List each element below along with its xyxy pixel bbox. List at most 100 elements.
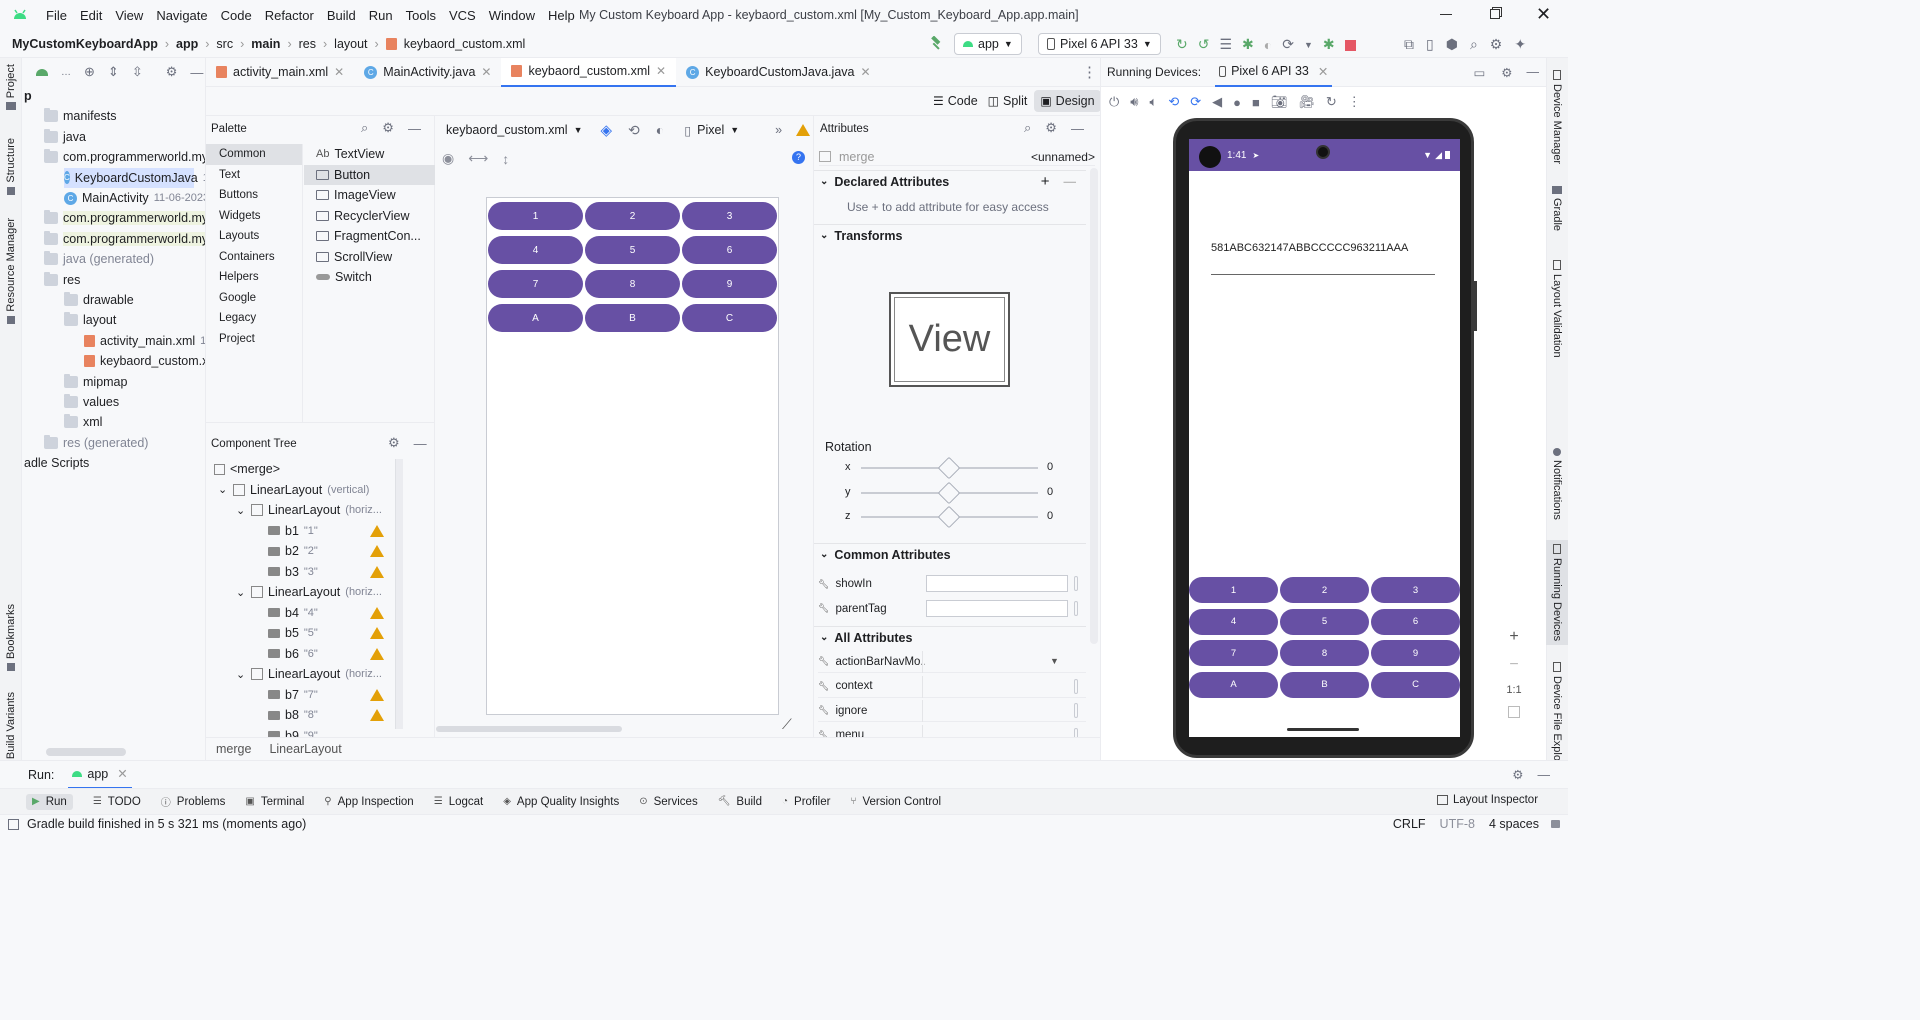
- preview-key-c[interactable]: C: [682, 304, 777, 332]
- menu-file[interactable]: File: [46, 8, 67, 23]
- attributes-scrollbar[interactable]: [1090, 168, 1098, 644]
- project-tree-item[interactable]: drawable: [64, 290, 134, 310]
- screenshot-icon[interactable]: 📷︎: [1271, 94, 1288, 110]
- close-window-icon[interactable]: ✕: [1536, 4, 1551, 25]
- hide-icon[interactable]: —: [414, 436, 427, 451]
- phone-key-c[interactable]: C: [1371, 671, 1460, 698]
- tool-window-app-quality-insights[interactable]: ◈ App Quality Insights: [503, 796, 619, 808]
- device-mirror-icon[interactable]: ⧉: [1404, 36, 1414, 53]
- settings-icon[interactable]: ⚙: [382, 120, 394, 136]
- chevron-down-icon[interactable]: ⌄: [236, 504, 246, 517]
- resize-horizontal-icon[interactable]: ⟷: [468, 150, 488, 167]
- attribute-value-field[interactable]: [926, 599, 1068, 617]
- hammer-icon[interactable]: [926, 36, 942, 52]
- more-run-icon[interactable]: ▼: [1304, 40, 1313, 50]
- palette-widget[interactable]: ImageView: [304, 185, 435, 206]
- record-icon[interactable]: 🎥︎: [1298, 94, 1315, 110]
- menu-help[interactable]: Help: [548, 8, 575, 23]
- menu-build[interactable]: Build: [327, 8, 356, 23]
- tool-window-services[interactable]: ⊙ Services: [639, 796, 698, 808]
- more-icon[interactable]: ⋮: [1348, 94, 1361, 110]
- editor-tab[interactable]: keybaord_custom.xml ✕: [501, 57, 677, 87]
- component-tree-item[interactable]: b9 "9": [268, 726, 318, 737]
- phone-key-7[interactable]: 7: [1189, 640, 1278, 666]
- chevron-down-icon[interactable]: ⌄: [236, 586, 246, 599]
- chevron-down-icon[interactable]: ⌄: [218, 483, 228, 496]
- palette-widget[interactable]: FragmentCon...: [304, 226, 435, 247]
- power-icon[interactable]: ⏻: [1109, 94, 1119, 110]
- menu-tools[interactable]: Tools: [406, 8, 436, 23]
- hide-icon[interactable]: —: [408, 121, 421, 136]
- project-tree-item[interactable]: manifests: [44, 106, 117, 126]
- tool-window-logcat[interactable]: ☰ Logcat: [434, 796, 484, 808]
- phone-key-5[interactable]: 5: [1280, 608, 1369, 635]
- component-tree-item[interactable]: b6 "6": [268, 644, 384, 664]
- locate-icon[interactable]: ⊕: [84, 64, 95, 80]
- component-tree-item[interactable]: b8 "8": [268, 705, 384, 725]
- component-tree-item[interactable]: ⌄ LinearLayout (horiz...: [236, 582, 382, 602]
- project-tree-item[interactable]: xml: [64, 412, 102, 432]
- horizontal-scrollbar[interactable]: [46, 748, 126, 756]
- attribute-picker[interactable]: [1074, 600, 1078, 616]
- preview-key-4[interactable]: 4: [488, 236, 583, 264]
- component-tree-item[interactable]: ⌄ LinearLayout (vertical): [218, 480, 369, 500]
- search-icon[interactable]: ⌕: [1470, 36, 1478, 53]
- home-icon[interactable]: ●: [1233, 95, 1241, 110]
- palette-category[interactable]: Layouts: [206, 226, 302, 247]
- palette-category[interactable]: Common: [206, 144, 302, 165]
- search-icon[interactable]: ⌕: [1024, 120, 1031, 136]
- avd-manager-icon[interactable]: ▯: [1426, 36, 1434, 53]
- palette-category[interactable]: Google: [206, 288, 302, 309]
- breadcrumb-item[interactable]: res: [299, 37, 316, 51]
- debug-icon[interactable]: ✱: [1242, 36, 1254, 53]
- tool-window-terminal[interactable]: ▣ Terminal: [245, 796, 304, 808]
- settings-icon[interactable]: ⚙: [1501, 65, 1512, 80]
- menu-view[interactable]: View: [115, 8, 143, 23]
- component-tree-item[interactable]: b5 "5": [268, 623, 384, 643]
- rotate-left-icon[interactable]: ⟲: [1168, 94, 1179, 110]
- device-manager-tool-tab[interactable]: Device Manager: [1546, 70, 1568, 164]
- layers-icon[interactable]: ◈: [601, 121, 613, 139]
- close-tab-icon[interactable]: ✕: [656, 64, 666, 78]
- warning-icon[interactable]: [370, 709, 384, 721]
- warning-icon[interactable]: [370, 688, 384, 701]
- all-attributes-header[interactable]: ⌄ All Attributes: [814, 626, 1086, 648]
- maximize-icon[interactable]: ▭: [1473, 65, 1485, 80]
- palette-category[interactable]: Project: [206, 329, 302, 350]
- palette-category[interactable]: Widgets: [206, 206, 302, 227]
- theme-icon[interactable]: ◐: [656, 122, 664, 138]
- zoom-in-icon[interactable]: +: [1509, 628, 1518, 646]
- menu-edit[interactable]: Edit: [80, 8, 102, 23]
- assistant-icon[interactable]: ✦: [1514, 36, 1526, 53]
- tool-window-run[interactable]: ▶ Run: [26, 793, 73, 810]
- device-label[interactable]: Pixel: [697, 123, 724, 137]
- warning-icon[interactable]: [370, 647, 384, 660]
- preview-key-5[interactable]: 5: [585, 236, 680, 264]
- phone-key-8[interactable]: 8: [1280, 640, 1369, 666]
- close-tab-icon[interactable]: ✕: [117, 766, 127, 781]
- tool-window-app-inspection[interactable]: ⚲ App Inspection: [324, 796, 413, 808]
- device-icon[interactable]: ▯: [684, 123, 691, 138]
- volume-up-icon[interactable]: 🔊︎: [1130, 94, 1138, 110]
- minimize-icon[interactable]: [1440, 14, 1452, 15]
- preview-key-2[interactable]: 2: [585, 202, 680, 230]
- menu-run[interactable]: Run: [369, 8, 393, 23]
- settings-icon[interactable]: ⚙: [166, 64, 178, 80]
- breadcrumb-item[interactable]: keybaord_custom.xml: [404, 37, 526, 51]
- hide-icon[interactable]: —: [1538, 768, 1551, 782]
- attribute-picker[interactable]: [1074, 703, 1078, 718]
- preview-key-a[interactable]: A: [488, 304, 583, 332]
- settings-gear-icon[interactable]: ⚙: [1490, 36, 1503, 53]
- zoom-actual-icon[interactable]: 1:1: [1506, 684, 1521, 696]
- component-tree-item[interactable]: b2 "2": [268, 541, 384, 561]
- breadcrumb-item[interactable]: src: [216, 37, 233, 51]
- attribute-value-field[interactable]: [922, 675, 923, 698]
- phone-key-1[interactable]: 1: [1189, 577, 1278, 603]
- profile-icon[interactable]: ◐: [1264, 37, 1272, 53]
- project-tree-item[interactable]: p: [24, 86, 32, 106]
- editor-tab[interactable]: activity_main.xml ✕: [206, 58, 354, 86]
- structure-tool-tab[interactable]: Structure: [0, 138, 22, 195]
- palette-widget[interactable]: RecyclerView: [304, 206, 435, 227]
- resize-handle-icon[interactable]: ⟋: [782, 716, 792, 733]
- project-tree-item[interactable]: java: [44, 127, 86, 147]
